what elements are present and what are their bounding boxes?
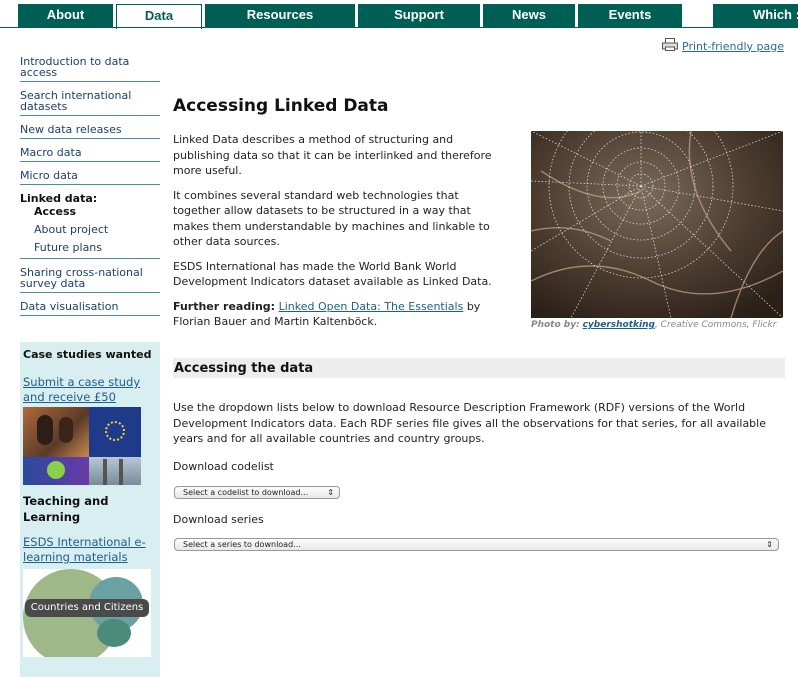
series-select-value: Select a series to download... [183, 540, 301, 549]
leftnav-sub-access[interactable]: Access [20, 204, 160, 220]
tab-which[interactable]: Which : [713, 4, 798, 28]
teaching-learning-heading: Teaching and Learning [23, 494, 109, 524]
leftnav-sub-future[interactable]: Future plans [20, 240, 160, 256]
tab-events[interactable]: Events [578, 4, 682, 28]
codelist-select-value: Select a codelist to download... [183, 488, 309, 497]
leftnav-linked-heading[interactable]: Linked data: [20, 191, 160, 204]
intro-paragraph-2: It combines several standard web technol… [173, 188, 490, 249]
tab-data[interactable]: Data [116, 4, 202, 29]
intro-paragraph-1: Linked Data describes a method of struct… [173, 133, 492, 177]
submit-case-study-link[interactable]: Submit a case study and receive £50 [23, 375, 156, 405]
section-paragraph: Use the dropdown lists below to download… [173, 401, 766, 445]
download-codelist-label: Download codelist [173, 460, 274, 473]
countries-citizens-banner[interactable]: Countries and Citizens [23, 569, 151, 657]
caption-suffix: , Creative Commons, Flickr [654, 320, 777, 330]
printer-icon [662, 38, 679, 54]
photo-caption: Photo by: cybershotking, Creative Common… [531, 320, 791, 330]
case-study-image [23, 407, 141, 485]
tab-about[interactable]: About [18, 4, 113, 28]
leftnav-macro[interactable]: Macro data [20, 145, 160, 162]
select-arrows-icon: ⇕ [327, 488, 334, 497]
further-reading: Further reading: Linked Open Data: The E… [173, 299, 508, 330]
further-reading-label: Further reading: [173, 299, 276, 313]
photo-author-link[interactable]: cybershotking [583, 320, 655, 330]
sidebar-promo-box: Case studies wanted Submit a case study … [20, 342, 160, 677]
codelist-select[interactable]: Select a codelist to download... ⇕ [174, 486, 340, 499]
leftnav-visualisation[interactable]: Data visualisation [20, 299, 160, 316]
spiderweb-photo [531, 131, 783, 318]
caption-prefix: Photo by: [531, 320, 580, 330]
tab-support[interactable]: Support [358, 4, 480, 28]
top-navigation: About Data Resources Support News Events… [0, 0, 798, 29]
tab-resources[interactable]: Resources [205, 4, 355, 28]
leftnav-sub-about[interactable]: About project [20, 222, 160, 238]
print-friendly-link[interactable]: Print-friendly page [662, 38, 784, 54]
nav-underline [0, 27, 798, 28]
leftnav-search[interactable]: Search international datasets [20, 88, 160, 116]
leftnav-linked-group: Linked data: Access About project Future… [20, 191, 160, 259]
page-title: Accessing Linked Data [173, 96, 389, 116]
tab-news[interactable]: News [483, 4, 575, 28]
leftnav-sharing[interactable]: Sharing cross-national survey data [20, 265, 160, 293]
print-friendly-label[interactable]: Print-friendly page [682, 40, 784, 53]
section-heading-accessing-data: Accessing the data [173, 358, 785, 378]
linked-open-data-link[interactable]: Linked Open Data: The Essentials [279, 300, 464, 313]
leftnav-micro[interactable]: Micro data [20, 168, 160, 185]
download-series-label: Download series [173, 513, 264, 526]
left-navigation: Introduction to data access Search inter… [20, 54, 160, 316]
series-select[interactable]: Select a series to download... ⇕ [174, 538, 779, 551]
intro-paragraph-3: ESDS International has made the World Ba… [173, 259, 492, 289]
leftnav-intro[interactable]: Introduction to data access [20, 54, 160, 82]
case-studies-heading: Case studies wanted [23, 348, 152, 361]
leftnav-new-releases[interactable]: New data releases [20, 122, 160, 139]
elearning-link[interactable]: ESDS International e-learning materials [23, 535, 156, 565]
select-arrows-icon: ⇕ [766, 540, 773, 549]
countries-citizens-label: Countries and Citizens [25, 599, 149, 617]
